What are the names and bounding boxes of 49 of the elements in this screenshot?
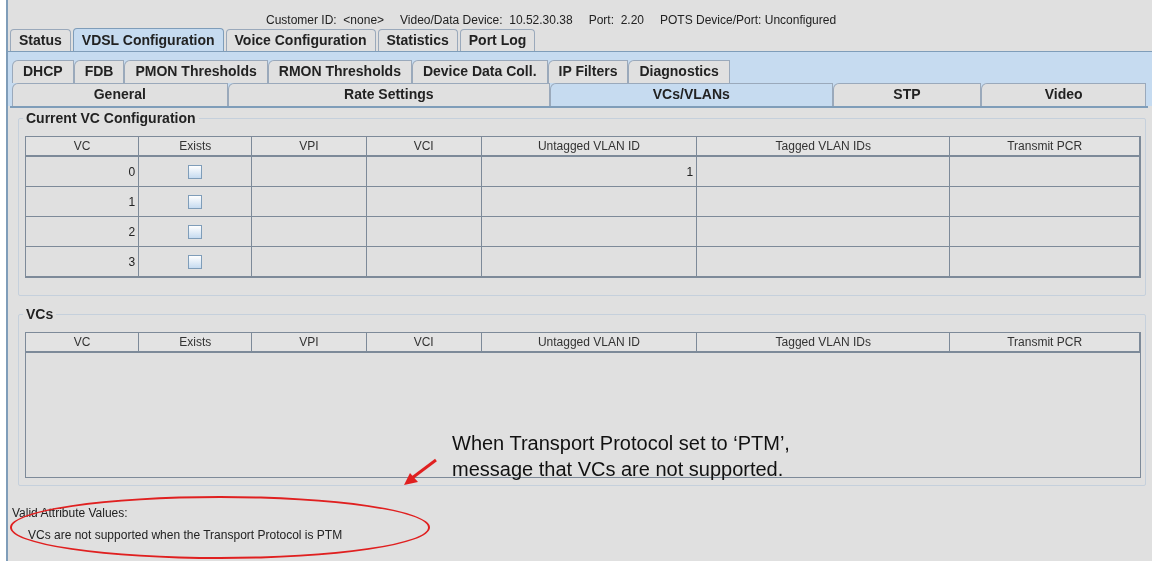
- tab[interactable]: RMON Thresholds: [267, 60, 412, 83]
- column-header[interactable]: VC: [26, 137, 140, 157]
- checkbox[interactable]: [188, 224, 203, 239]
- column-header[interactable]: Tagged VLAN IDs: [697, 333, 951, 353]
- tab[interactable]: VDSL Configuration: [72, 28, 224, 51]
- info-text: Video/Data Device: 10.52.30.38: [400, 13, 573, 27]
- valid-values-message: VCs are not supported when the Transport Protocol is PTM: [27, 528, 344, 542]
- column-header[interactable]: Tagged VLAN IDs: [697, 137, 951, 157]
- table-cell: 1: [481, 157, 698, 187]
- tab[interactable]: STP: [832, 83, 982, 106]
- tab[interactable]: Port Log: [459, 29, 536, 51]
- table-cell: 0: [26, 157, 140, 187]
- checkbox[interactable]: [188, 164, 203, 179]
- tab[interactable]: Diagnostics: [628, 60, 730, 83]
- column-header[interactable]: Untagged VLAN ID: [481, 137, 698, 157]
- tab[interactable]: Device Data Coll.: [411, 60, 548, 83]
- column-header[interactable]: VPI: [252, 333, 367, 353]
- tab[interactable]: Status: [10, 29, 71, 51]
- tab[interactable]: PMON Thresholds: [124, 60, 268, 83]
- annotation-text: When Transport Protocol set to ‘PTM’, message that VCs are not supported.: [452, 431, 790, 482]
- column-header[interactable]: Transmit PCR: [950, 333, 1140, 353]
- checkbox[interactable]: [188, 194, 203, 209]
- tab[interactable]: IP Filters: [547, 60, 629, 83]
- tab[interactable]: VCs/VLANs: [550, 83, 833, 106]
- tab[interactable]: Video: [981, 83, 1146, 106]
- tab[interactable]: General: [12, 83, 228, 106]
- column-header[interactable]: Exists: [139, 137, 253, 157]
- tab[interactable]: Statistics: [377, 29, 458, 51]
- column-header[interactable]: Exists: [139, 333, 253, 353]
- tab[interactable]: FDB: [73, 60, 125, 83]
- info-text: POTS Device/Port: Unconfigured: [660, 13, 837, 27]
- tab[interactable]: Voice Configuration: [225, 29, 376, 51]
- column-header[interactable]: VPI: [252, 137, 367, 157]
- column-header[interactable]: Untagged VLAN ID: [481, 333, 698, 353]
- column-header[interactable]: VC: [26, 333, 140, 353]
- column-header[interactable]: VCI: [366, 137, 482, 157]
- column-header[interactable]: Transmit PCR: [950, 137, 1140, 157]
- table-cell: 1: [26, 187, 140, 217]
- info-text: Port: 2.20: [588, 13, 644, 27]
- tab[interactable]: DHCP: [12, 60, 74, 83]
- checkbox[interactable]: [188, 254, 203, 269]
- group-title: Current VC Configuration: [23, 110, 199, 126]
- info-text: Customer ID: <none>: [266, 13, 385, 27]
- table-cell: 3: [26, 247, 140, 277]
- valid-values-label: Valid Attribute Values:: [12, 506, 129, 520]
- tab[interactable]: Rate Settings: [227, 83, 551, 106]
- table-cell: 2: [26, 217, 140, 247]
- column-header[interactable]: VCI: [366, 333, 482, 353]
- group-title: VCs: [23, 306, 57, 322]
